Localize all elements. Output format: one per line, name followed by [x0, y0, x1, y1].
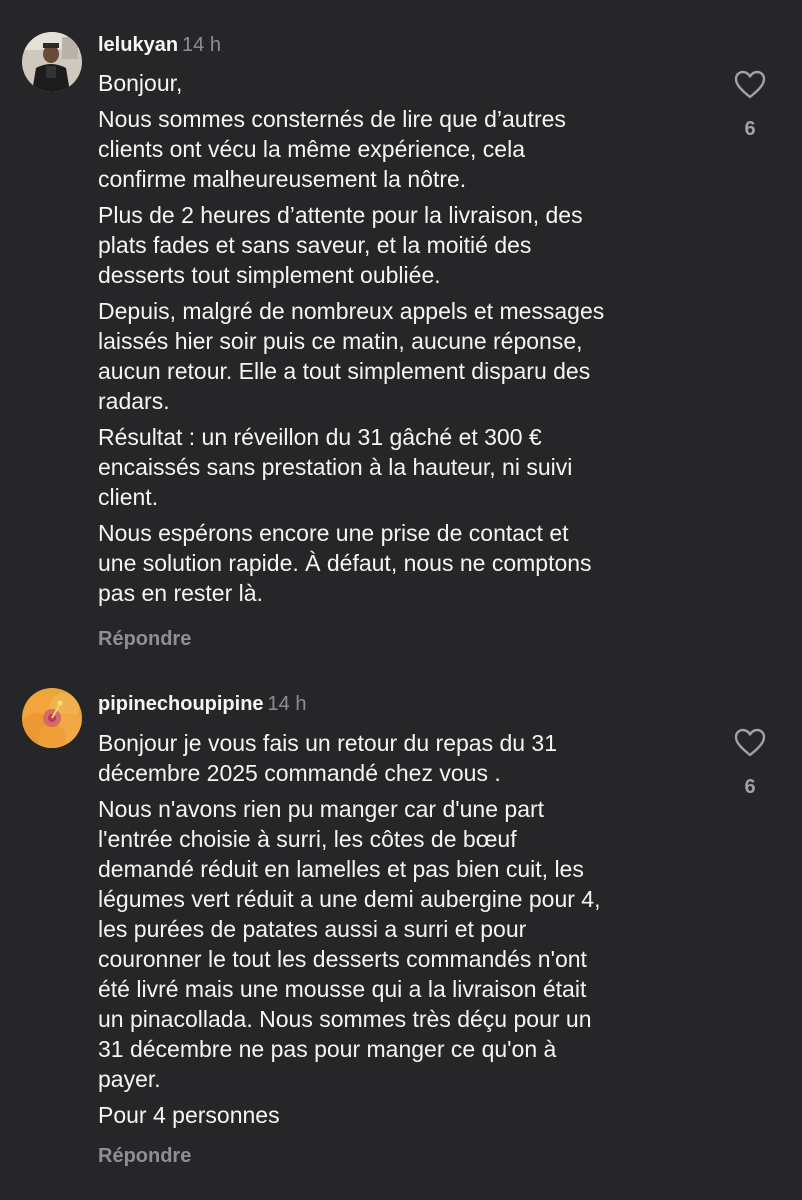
reply-button[interactable]: Répondre — [98, 1145, 191, 1168]
comment-text: Bonjour je vous fais un retour du repas … — [98, 728, 708, 1136]
like-count: 6 — [744, 776, 756, 798]
avatar[interactable] — [22, 688, 82, 748]
avatar[interactable] — [22, 32, 82, 92]
like-button[interactable]: 6 — [732, 70, 768, 141]
comment-paragraph: Résultat : un réveillon du 31 gâché et 3… — [98, 424, 573, 510]
comment-paragraph: Nous espérons encore une prise de contac… — [98, 520, 592, 606]
username[interactable]: pipinechoupipine — [98, 693, 264, 715]
comment-paragraph: Nous n'avons rien pu manger car d'une pa… — [98, 796, 601, 1092]
comment-header: lelukyan 14 h — [98, 34, 221, 57]
comment-paragraph: Nous sommes consternés de lire que d’aut… — [98, 106, 566, 192]
like-count: 6 — [744, 118, 756, 140]
comment-paragraph: Depuis, malgré de nombreux appels et mes… — [98, 298, 605, 414]
comment-paragraph: Bonjour je vous fais un retour du repas … — [98, 730, 558, 786]
timestamp: 14 h — [267, 693, 307, 715]
person-photo-avatar-icon — [22, 32, 82, 92]
heart-icon — [734, 728, 766, 757]
username[interactable]: lelukyan — [98, 34, 178, 56]
hibiscus-flower-avatar-icon — [22, 688, 82, 748]
comment-text: Bonjour, Nous sommes consternés de lire … — [98, 68, 708, 614]
comment-paragraph: Bonjour, — [98, 70, 183, 96]
timestamp: 14 h — [182, 34, 221, 56]
heart-icon — [734, 70, 766, 99]
like-button[interactable]: 6 — [732, 728, 768, 799]
comment-paragraph: Pour 4 personnes — [98, 1102, 280, 1128]
comment-header: pipinechoupipine 14 h — [98, 693, 306, 716]
comment-paragraph: Plus de 2 heures d’attente pour la livra… — [98, 202, 583, 288]
reply-button[interactable]: Répondre — [98, 628, 191, 651]
